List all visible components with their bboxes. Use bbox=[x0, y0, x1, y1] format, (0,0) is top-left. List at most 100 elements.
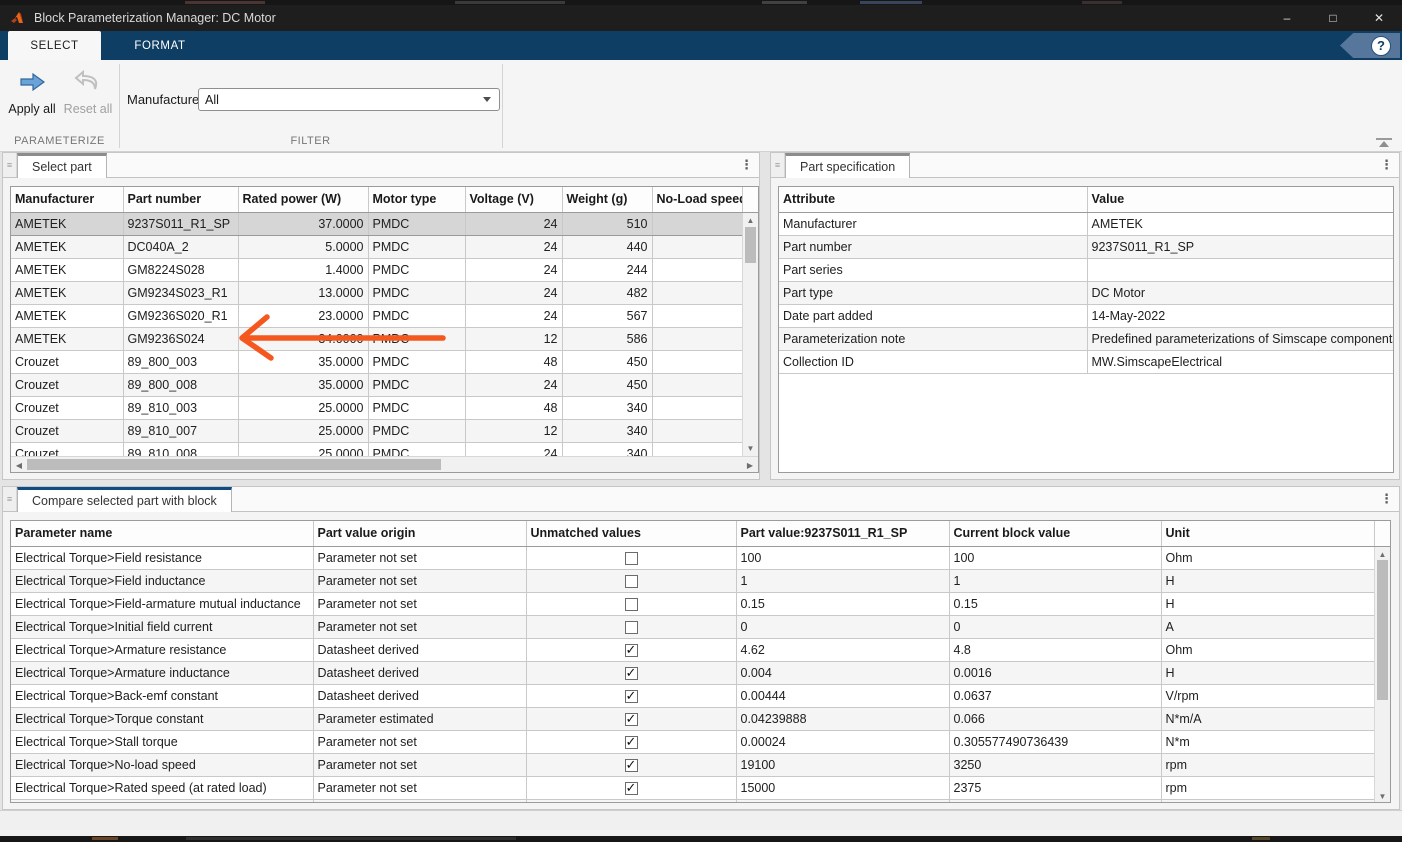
unmatched-checkbox[interactable] bbox=[625, 736, 638, 749]
table-cell bbox=[652, 396, 742, 419]
tab-select[interactable]: SELECT bbox=[8, 31, 101, 60]
scroll-up-icon[interactable]: ▲ bbox=[743, 216, 758, 225]
compare-row[interactable]: Electrical Torque>No-load speedParameter… bbox=[11, 753, 1390, 776]
table-cell: Electrical Torque>Stall torque bbox=[11, 730, 313, 753]
column-header[interactable]: Part value origin bbox=[313, 521, 526, 546]
column-header[interactable]: Value bbox=[1087, 187, 1393, 212]
table-cell: 25.0000 bbox=[238, 396, 368, 419]
compare-row[interactable]: Electrical Torque>Torque constantParamet… bbox=[11, 707, 1390, 730]
tab-select-part[interactable]: Select part bbox=[17, 153, 107, 178]
table-cell: PMDC bbox=[368, 396, 465, 419]
minimize-button[interactable]: – bbox=[1264, 5, 1310, 31]
close-button[interactable]: ✕ bbox=[1356, 5, 1402, 31]
panel-menu-icon[interactable]: ⋮ bbox=[740, 157, 753, 173]
column-header[interactable]: Part number bbox=[123, 187, 238, 212]
panel-menu-icon[interactable]: ⋮ bbox=[1380, 491, 1393, 507]
column-header[interactable]: Rated power (W) bbox=[238, 187, 368, 212]
column-header[interactable]: Manufacturer bbox=[11, 187, 123, 212]
scrollbar-thumb[interactable] bbox=[745, 227, 756, 263]
compare-row[interactable] bbox=[11, 799, 1390, 803]
column-header[interactable]: No-Load speed bbox=[652, 187, 742, 212]
compare-row[interactable]: Electrical Torque>Field-armature mutual … bbox=[11, 592, 1390, 615]
spec-row[interactable]: ManufacturerAMETEK bbox=[779, 212, 1393, 235]
part-row[interactable]: AMETEKGM9236S02434.0000PMDC12586 bbox=[11, 327, 758, 350]
spec-row[interactable]: Part number9237S011_R1_SP bbox=[779, 235, 1393, 258]
compare-row[interactable]: Electrical Torque>Armature resistanceDat… bbox=[11, 638, 1390, 661]
part-row[interactable]: Crouzet89_810_00325.0000PMDC48340 bbox=[11, 396, 758, 419]
compare-row[interactable]: Electrical Torque>Rated speed (at rated … bbox=[11, 776, 1390, 799]
scroll-down-icon[interactable]: ▼ bbox=[1375, 792, 1390, 801]
compare-row[interactable]: Electrical Torque>Stall torqueParameter … bbox=[11, 730, 1390, 753]
unmatched-checkbox[interactable] bbox=[625, 713, 638, 726]
scrollbar-thumb[interactable] bbox=[1377, 560, 1388, 700]
unmatched-checkbox[interactable] bbox=[625, 575, 638, 588]
part-row[interactable]: AMETEKDC040A_25.0000PMDC24440 bbox=[11, 235, 758, 258]
unmatched-checkbox[interactable] bbox=[625, 759, 638, 772]
table-cell: 89_810_003 bbox=[123, 396, 238, 419]
compare-vscrollbar[interactable]: ▲ ▼ bbox=[1374, 547, 1390, 803]
unmatched-checkbox[interactable] bbox=[625, 782, 638, 795]
reset-all-label: Reset all bbox=[64, 102, 113, 116]
spec-row[interactable]: Date part added14-May-2022 bbox=[779, 304, 1393, 327]
panel-menu-icon[interactable]: ⋮ bbox=[1380, 157, 1393, 173]
part-row[interactable]: AMETEKGM9236S020_R123.0000PMDC24567 bbox=[11, 304, 758, 327]
column-header[interactable] bbox=[1374, 521, 1390, 546]
table-cell: A bbox=[1161, 615, 1374, 638]
drag-handle-icon[interactable]: ≡ bbox=[771, 153, 785, 177]
compare-row[interactable]: Electrical Torque>Back-emf constantDatas… bbox=[11, 684, 1390, 707]
apply-all-button[interactable]: Apply all bbox=[5, 70, 59, 118]
part-row[interactable]: AMETEKGM9234S023_R113.0000PMDC24482 bbox=[11, 281, 758, 304]
spec-row[interactable]: Collection IDMW.SimscapeElectrical bbox=[779, 350, 1393, 373]
select-part-vscrollbar[interactable]: ▲ ▼ bbox=[742, 213, 758, 456]
column-header[interactable] bbox=[742, 187, 758, 212]
table-cell: 24 bbox=[465, 281, 562, 304]
table-cell: Electrical Torque>Back-emf constant bbox=[11, 684, 313, 707]
part-row[interactable]: AMETEKGM8224S0281.4000PMDC24244 bbox=[11, 258, 758, 281]
drag-handle-icon[interactable]: ≡ bbox=[3, 487, 17, 511]
scrollbar-thumb[interactable] bbox=[27, 459, 441, 470]
column-header[interactable]: Weight (g) bbox=[562, 187, 652, 212]
column-header[interactable]: Current block value bbox=[949, 521, 1161, 546]
unmatched-checkbox[interactable] bbox=[625, 644, 638, 657]
collapse-ribbon-icon[interactable] bbox=[1376, 138, 1392, 147]
select-part-hscrollbar[interactable]: ◀ ▶ bbox=[11, 456, 758, 472]
unmatched-checkbox[interactable] bbox=[625, 552, 638, 565]
part-row[interactable]: Crouzet89_800_00335.0000PMDC48450 bbox=[11, 350, 758, 373]
compare-row[interactable]: Electrical Torque>Armature inductanceDat… bbox=[11, 661, 1390, 684]
scroll-left-icon[interactable]: ◀ bbox=[13, 461, 25, 470]
maximize-button[interactable]: □ bbox=[1310, 5, 1356, 31]
compare-row[interactable]: Electrical Torque>Initial field currentP… bbox=[11, 615, 1390, 638]
unmatched-checkbox[interactable] bbox=[625, 621, 638, 634]
compare-row[interactable]: Electrical Torque>Field resistanceParame… bbox=[11, 546, 1390, 569]
table-cell bbox=[652, 304, 742, 327]
scroll-down-icon[interactable]: ▼ bbox=[743, 444, 758, 453]
spec-row[interactable]: Part series bbox=[779, 258, 1393, 281]
unmatched-checkbox[interactable] bbox=[625, 667, 638, 680]
tab-part-specification[interactable]: Part specification bbox=[785, 153, 910, 178]
spec-row[interactable]: Parameterization notePredefined paramete… bbox=[779, 327, 1393, 350]
scroll-right-icon[interactable]: ▶ bbox=[744, 461, 756, 470]
table-cell: 100 bbox=[949, 546, 1161, 569]
part-row[interactable]: Crouzet89_810_00725.0000PMDC12340 bbox=[11, 419, 758, 442]
column-header[interactable]: Voltage (V) bbox=[465, 187, 562, 212]
drag-handle-icon[interactable]: ≡ bbox=[3, 153, 17, 177]
column-header[interactable]: Motor type bbox=[368, 187, 465, 212]
spec-row[interactable]: Part typeDC Motor bbox=[779, 281, 1393, 304]
column-header[interactable]: Unit bbox=[1161, 521, 1374, 546]
column-header[interactable]: Attribute bbox=[779, 187, 1087, 212]
tab-format[interactable]: FORMAT bbox=[101, 31, 219, 60]
part-row[interactable]: Crouzet89_800_00835.0000PMDC24450 bbox=[11, 373, 758, 396]
column-header[interactable]: Parameter name bbox=[11, 521, 313, 546]
column-header[interactable]: Part value:9237S011_R1_SP bbox=[736, 521, 949, 546]
table-cell: 4.8 bbox=[949, 638, 1161, 661]
tab-compare[interactable]: Compare selected part with block bbox=[17, 487, 232, 512]
scroll-up-icon[interactable]: ▲ bbox=[1375, 550, 1390, 559]
manufacturer-dropdown[interactable]: All bbox=[198, 88, 500, 111]
reset-all-button[interactable]: Reset all bbox=[61, 70, 115, 118]
compare-row[interactable]: Electrical Torque>Field inductanceParame… bbox=[11, 569, 1390, 592]
part-row[interactable]: AMETEK9237S011_R1_SP37.0000PMDC24510 bbox=[11, 212, 758, 235]
help-button[interactable]: ? bbox=[1340, 33, 1400, 58]
unmatched-checkbox[interactable] bbox=[625, 690, 638, 703]
unmatched-checkbox[interactable] bbox=[625, 598, 638, 611]
column-header[interactable]: Unmatched values bbox=[526, 521, 736, 546]
